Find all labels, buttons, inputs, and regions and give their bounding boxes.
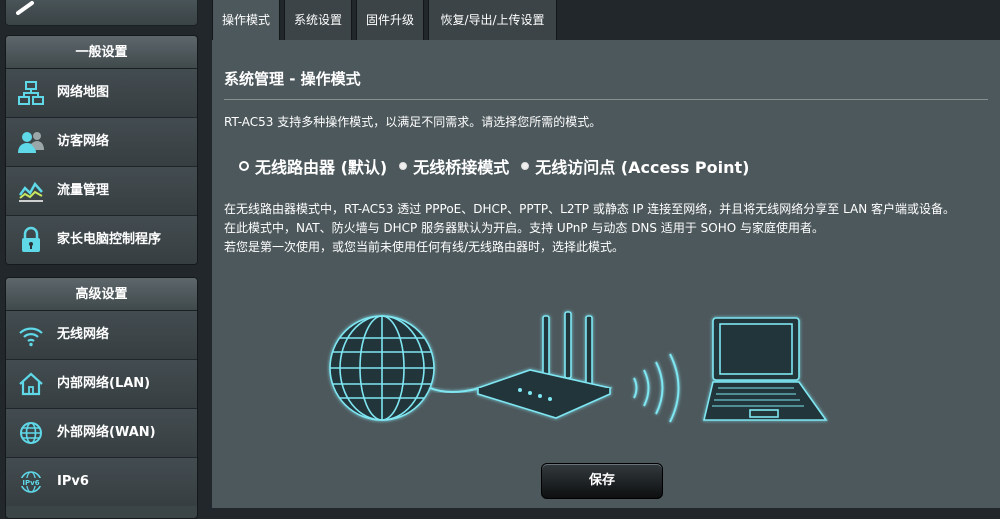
sidebar-item-lan[interactable]: 内部网络(LAN) xyxy=(6,360,197,409)
sidebar-item-label: IPv6 xyxy=(57,474,89,489)
description-line: 若您是第一次使用，或您当前未使用任何有线/无线路由器时，选择此模式。 xyxy=(224,240,625,254)
mode-access-point-radio[interactable] xyxy=(521,162,530,170)
sidebar-item-label: 外部网络(WAN) xyxy=(57,425,156,440)
parental-control-icon xyxy=(22,226,40,252)
mode-access-point-label: 无线访问点 (Access Point) xyxy=(535,158,750,177)
wireless-icon xyxy=(19,327,43,347)
sidebar-item-guest-network[interactable]: 访客网络 xyxy=(6,118,197,167)
mode-repeater-radio[interactable] xyxy=(399,162,408,170)
guest-network-icon xyxy=(18,132,44,153)
sidebar-item-label: 无线网络 xyxy=(57,327,110,342)
svg-text:IPv6: IPv6 xyxy=(22,479,39,487)
wan-globe-icon xyxy=(20,422,42,444)
sidebar-item-label: 家长电脑控制程序 xyxy=(57,232,162,247)
page-title: 系统管理 - 操作模式 xyxy=(224,70,361,88)
sidebar-item-label: 流量管理 xyxy=(57,183,110,198)
main-panel: 系统管理 - 操作模式 RT-AC53 支持多种操作模式，以满足不同需求。请选择… xyxy=(212,40,1000,508)
laptop-icon xyxy=(702,317,828,421)
mode-access-point[interactable]: 无线访问点 (Access Point) xyxy=(521,154,749,178)
mode-description: 在无线路由器模式中，RT-AC53 透过 PPPoE、DHCP、PPTP、L2T… xyxy=(224,200,976,257)
save-button[interactable]: 保存 xyxy=(541,463,663,499)
operation-mode-radio-group: 无线路由器 (默认) 无线桥接模式 无线访问点 (Access Point) xyxy=(239,154,749,178)
ipv6-globe-icon: IPv6 xyxy=(20,471,42,493)
tab-operation-mode[interactable]: 操作模式 xyxy=(212,0,280,41)
quick-setup-wand-icon xyxy=(16,1,34,15)
sidebar-item-ipv6[interactable]: IPv6 IPv6 xyxy=(6,458,197,506)
sidebar-item-parental-control[interactable]: 家长电脑控制程序 xyxy=(6,216,197,264)
router-icon xyxy=(475,311,613,419)
mode-wireless-router-label: 无线路由器 (默认) xyxy=(255,158,388,177)
sidebar-item-wireless[interactable]: 无线网络 xyxy=(6,311,197,360)
sidebar-advanced-panel: 高级设置 无线网络 内部网络(LAN) 外部网络(WAN) IPv6 IPv6 xyxy=(5,277,198,519)
sidebar-general-title: 一般设置 xyxy=(6,36,197,69)
sidebar-general-panel: 一般设置 网络地图 访客网络 流量管理 家长电脑控制程序 xyxy=(5,35,198,265)
intro-text: RT-AC53 支持多种操作模式，以满足不同需求。请选择您所需的模式。 xyxy=(224,115,602,129)
sidebar-item-label: 访客网络 xyxy=(57,134,110,149)
sidebar-top-entry[interactable] xyxy=(5,0,198,26)
tab-system[interactable]: 系统设置 xyxy=(284,0,352,41)
mode-wireless-router[interactable]: 无线路由器 (默认) xyxy=(239,154,387,178)
ethernet-cable xyxy=(429,387,481,393)
mode-repeater-label: 无线桥接模式 xyxy=(413,158,510,177)
sidebar-advanced-title: 高级设置 xyxy=(6,278,197,311)
sidebar-item-label: 内部网络(LAN) xyxy=(57,376,151,391)
network-map-icon xyxy=(18,81,44,105)
lan-home-icon xyxy=(19,372,43,396)
description-line: 在此模式中，NAT、防火墙与 DHCP 服务器默认为开启。支持 UPnP 与动态… xyxy=(224,221,824,235)
mode-wireless-router-radio[interactable] xyxy=(239,161,249,171)
wifi-waves-icon xyxy=(633,353,680,423)
sidebar-item-wan[interactable]: 外部网络(WAN) xyxy=(6,409,197,458)
internet-globe-icon xyxy=(329,315,435,421)
description-line: 在无线路由器模式中，RT-AC53 透过 PPPoE、DHCP、PPTP、L2T… xyxy=(224,202,956,216)
sidebar-item-network-map[interactable]: 网络地图 xyxy=(6,69,197,118)
sidebar-item-label: 网络地图 xyxy=(57,85,110,100)
tab-firmware-upgrade[interactable]: 固件升级 xyxy=(356,0,424,41)
title-divider xyxy=(224,99,988,100)
traffic-manager-icon xyxy=(18,181,43,202)
tab-restore-save-upload[interactable]: 恢复/导出/上传设置 xyxy=(428,0,557,41)
wireless-router-mode-illustration xyxy=(329,311,828,423)
mode-repeater[interactable]: 无线桥接模式 xyxy=(399,154,509,178)
sidebar-item-traffic-manager[interactable]: 流量管理 xyxy=(6,167,197,216)
